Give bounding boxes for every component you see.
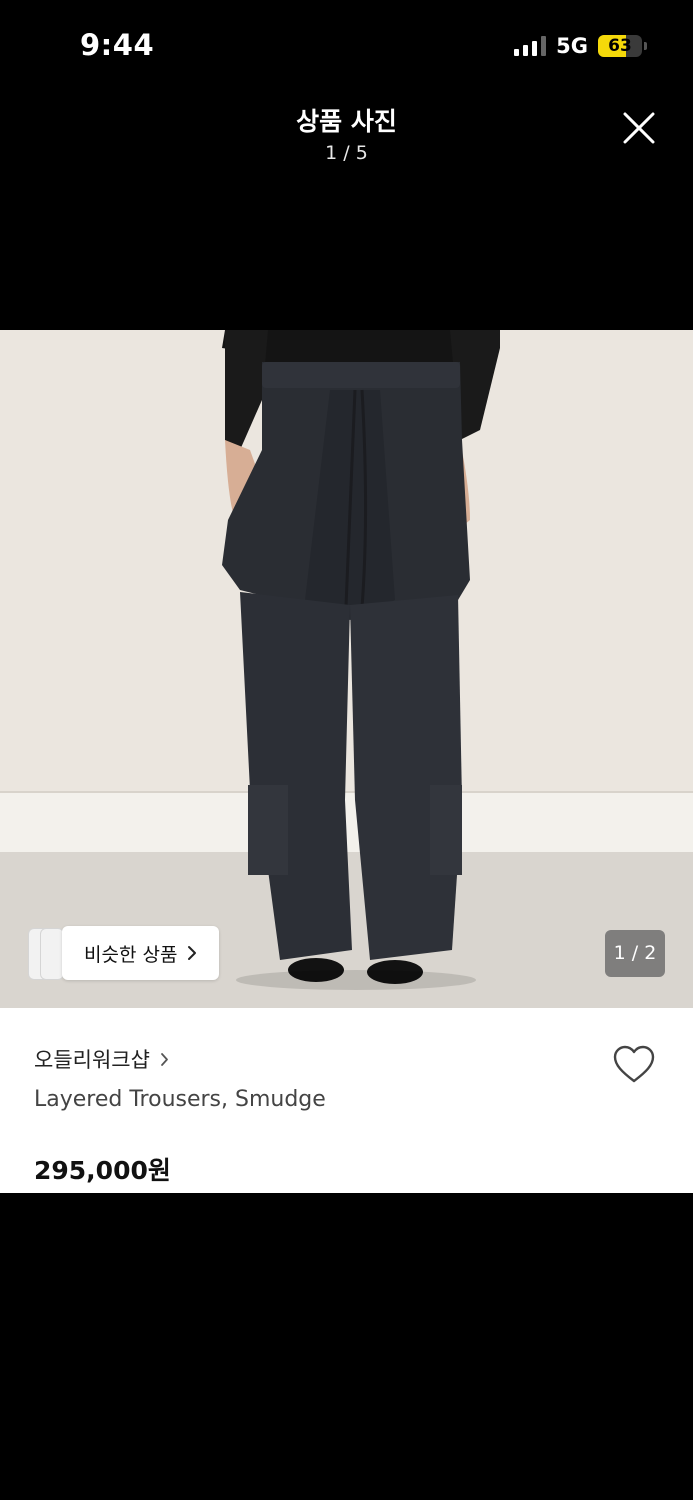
viewer-header: 상품 사진 1 / 5 <box>0 100 693 170</box>
product-photo[interactable]: 비슷한 상품 1 / 2 <box>0 330 693 1008</box>
chevron-right-icon <box>188 946 197 960</box>
product-price: 295,000원 <box>34 1156 171 1185</box>
photo-counter: 1 / 5 <box>325 142 368 164</box>
similar-products-label-box[interactable]: 비슷한 상품 <box>62 926 220 980</box>
similar-products-button[interactable]: 비슷한 상품 <box>26 926 220 980</box>
image-counter-badge: 1 / 2 <box>605 930 665 977</box>
chevron-right-icon <box>161 1052 168 1066</box>
heart-icon[interactable] <box>612 1044 656 1084</box>
status-indicators: 5G 63 <box>514 34 647 58</box>
similar-thumbnails <box>26 926 66 980</box>
shop-link[interactable]: 오들리워크샵 <box>34 1044 169 1074</box>
close-icon[interactable] <box>621 110 657 146</box>
battery-percent: 63 <box>608 36 632 56</box>
product-info-panel: 오들리워크샵 Layered Trousers, Smudge 295,000원 <box>0 1008 693 1193</box>
status-bar: 9:44 5G 63 <box>0 0 693 92</box>
cellular-signal-icon <box>514 36 547 56</box>
status-time: 9:44 <box>80 28 155 62</box>
page-title: 상품 사진 <box>296 107 397 136</box>
shop-name: 오들리워크샵 <box>34 1048 150 1072</box>
product-photo-illustration <box>0 330 693 1008</box>
battery-icon: 63 <box>598 35 642 57</box>
network-type: 5G <box>556 34 588 58</box>
battery-tip <box>644 42 647 50</box>
product-name: Layered Trousers, Smudge <box>34 1087 326 1112</box>
similar-products-label: 비슷한 상품 <box>84 943 178 966</box>
